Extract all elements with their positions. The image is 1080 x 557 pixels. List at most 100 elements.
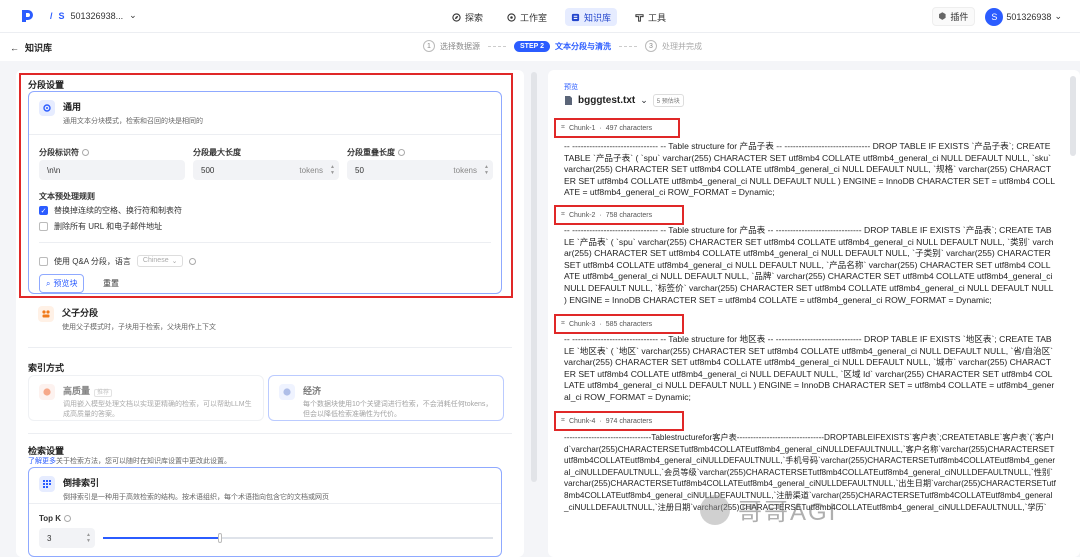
segment-settings-panel: 分段设置 通用 通用文本分块模式，检索和召回的块是相同的 分段标识符 \n\n … — [16, 70, 524, 557]
chunk-2-header: ⌗ Chunk-2 · 758 characters — [554, 205, 684, 225]
nav-knowledge[interactable]: 知识库 — [565, 8, 618, 26]
inverted-index-card[interactable]: 倒排索引 倒排索引是一种用于高效检索的结构。按术语组织，每个术语指向包含它的文档… — [28, 467, 502, 557]
index-high-quality-card[interactable]: 高质量 推荐 调用嵌入模型处理文档以实现更精确的检索，可以帮助LLM生成高质量的答… — [28, 375, 264, 421]
back-label: 知识库 — [25, 43, 53, 53]
tools-icon — [635, 13, 644, 22]
topk-label: Top K — [39, 514, 72, 523]
nav-knowledge-label: 知识库 — [584, 12, 612, 23]
nav-explore-label: 探索 — [465, 12, 484, 23]
divider — [28, 347, 512, 348]
index-eco-desc: 每个数据块使用10个关键词进行检索，不会消耗任何tokens，但会以降低检索准确… — [303, 401, 493, 418]
watermark-logo-icon — [700, 494, 730, 525]
nav-explore[interactable]: 探索 — [446, 8, 489, 26]
index-eco-title: 经济 — [303, 386, 322, 396]
nav-studio[interactable]: 工作室 — [501, 8, 553, 26]
plugin-label: 插件 — [950, 12, 969, 22]
chunk-3-id: Chunk-3 — [568, 320, 596, 328]
chunk-4-id: Chunk-4 — [568, 417, 596, 425]
dot-separator: · — [599, 124, 602, 132]
stepper: 1 选择数据源 STEP 2 文本分段与清洗 3 处理并完成 — [423, 40, 702, 52]
file-icon — [565, 96, 572, 105]
nav-tools-label: 工具 — [648, 12, 667, 23]
chunk-3-text: -- ------------------------------ -- Tab… — [564, 334, 1055, 402]
preview-panel: 预览 bgggtest.txt ⌄ 5 预估块 ⌗ Chunk-1 · 497 cha… — [548, 70, 1080, 557]
chevron-down-icon: ⌄ — [640, 95, 648, 105]
step-3-label: 处理并完成 — [662, 41, 702, 51]
index-hq-title-text: 高质量 — [63, 386, 91, 396]
divider — [28, 433, 512, 434]
nav-studio-label: 工作室 — [520, 12, 548, 23]
diamond-icon — [39, 384, 55, 400]
parent-child-title: 父子分段 — [62, 308, 99, 318]
step-2-label: 文本分段与清洗 — [555, 41, 611, 51]
step-1-label: 选择数据源 — [440, 41, 480, 51]
parent-child-mode-card[interactable]: 父子分段 使用父子模式时，子块用于检索，父块用作上下文 — [28, 302, 502, 334]
parent-child-desc: 使用父子模式时，子块用于检索，父块用作上下文 — [62, 324, 216, 331]
learn-more-link[interactable]: 了解更多 — [28, 458, 56, 465]
chunk-4-chars: 974 characters — [605, 417, 653, 425]
step-2: STEP 2 文本分段与清洗 — [514, 40, 611, 52]
step-3: 3 处理并完成 — [645, 40, 702, 52]
recommend-tag: 推荐 — [94, 389, 113, 397]
hash-icon: ⌗ — [561, 124, 565, 131]
topk-slider-fill — [103, 537, 220, 539]
step-header: ← 知识库 1 选择数据源 STEP 2 文本分段与清洗 3 处理并完成 — [0, 33, 1080, 61]
file-selector[interactable]: bgggtest.txt ⌄ 5 预估块 — [564, 94, 684, 107]
stepper-arrows-icon[interactable]: ▲ ▼ — [86, 532, 91, 544]
retrieval-desc-row: 了解更多关于检索方法，您可以随时在知识库设置中更改此设置。 — [28, 456, 231, 466]
workspace-initial-icon: S — [58, 10, 65, 21]
user-name: 501326938 — [1006, 11, 1052, 22]
step-1: 1 选择数据源 — [423, 40, 480, 52]
chunk-2-id: Chunk-2 — [568, 211, 596, 219]
preview-scrollbar[interactable] — [1070, 76, 1076, 156]
divider — [29, 503, 501, 504]
step-1-number: 1 — [423, 40, 435, 52]
chunk-2-chars: 758 characters — [605, 211, 653, 219]
chunk-1-id: Chunk-1 — [568, 124, 596, 132]
avatar: S — [985, 7, 1004, 26]
step-divider — [488, 45, 506, 47]
hash-icon: ⌗ — [561, 211, 565, 218]
hash-icon: ⌗ — [561, 417, 565, 424]
chunk-3-chars: 585 characters — [605, 320, 653, 328]
index-hq-title: 高质量 推荐 — [63, 384, 253, 397]
workspace-name: 501326938... — [70, 10, 124, 21]
index-hq-desc: 调用嵌入模型处理文档以实现更精确的检索，可以帮助LLM生成高质量的答案。 — [63, 401, 252, 418]
index-economy-card[interactable]: 经济 每个数据块使用10个关键词进行检索，不会消耗任何tokens，但会以降低检… — [268, 375, 504, 421]
chunk-1-header: ⌗ Chunk-1 · 497 characters — [554, 118, 680, 138]
parent-child-icon — [38, 306, 54, 322]
chevron-down-icon: ⌄ — [1054, 11, 1062, 21]
plugin-button[interactable]: ⬢ 插件 — [931, 7, 976, 26]
highlight-box — [19, 73, 513, 298]
estimate-badge: 5 预估块 — [652, 94, 684, 107]
nav-tools[interactable]: 工具 — [629, 8, 672, 26]
chunk-4-header: ⌗ Chunk-4 · 974 characters — [554, 411, 684, 431]
topk-slider-handle[interactable] — [218, 533, 222, 543]
preview-label: 预览 — [564, 84, 578, 91]
step-3-number: 3 — [645, 40, 657, 52]
step-divider — [619, 45, 637, 47]
topk-slider-track[interactable] — [103, 533, 493, 543]
dot-separator: · — [599, 211, 602, 219]
studio-icon — [507, 12, 516, 22]
chevron-down-icon: ⌄ — [129, 10, 137, 20]
plugin-icon: ⬢ — [938, 11, 947, 21]
back-button[interactable]: ← 知识库 — [10, 41, 52, 54]
workspace-switcher[interactable]: / S 501326938... ⌄ — [50, 10, 137, 21]
knowledge-icon — [571, 13, 580, 21]
user-menu[interactable]: S 501326938 ⌄ — [985, 7, 1062, 26]
chunk-3-header: ⌗ Chunk-3 · 585 characters — [554, 314, 684, 334]
help-icon — [64, 515, 72, 522]
inverted-index-title: 倒排索引 — [63, 478, 100, 488]
app-logo-icon[interactable] — [20, 9, 34, 23]
left-panel-scrollbar[interactable] — [531, 72, 537, 482]
step-2-number: STEP 2 — [514, 40, 550, 52]
hash-icon: ⌗ — [561, 320, 565, 327]
retrieval-desc: 关于检索方法，您可以随时在知识库设置中更改此设置。 — [56, 458, 231, 465]
topk-value: 3 — [47, 533, 52, 543]
chunk-1-chars: 497 characters — [605, 124, 653, 132]
index-method-title: 索引方式 — [28, 363, 65, 373]
top-navbar: / S 501326938... ⌄ 探索 工作室 知识库 工具 ⬢ 插件 S … — [0, 0, 1080, 33]
topk-input[interactable]: 3 ▲ ▼ — [39, 528, 95, 548]
watermark-text: 哥哥AGI — [738, 499, 838, 526]
